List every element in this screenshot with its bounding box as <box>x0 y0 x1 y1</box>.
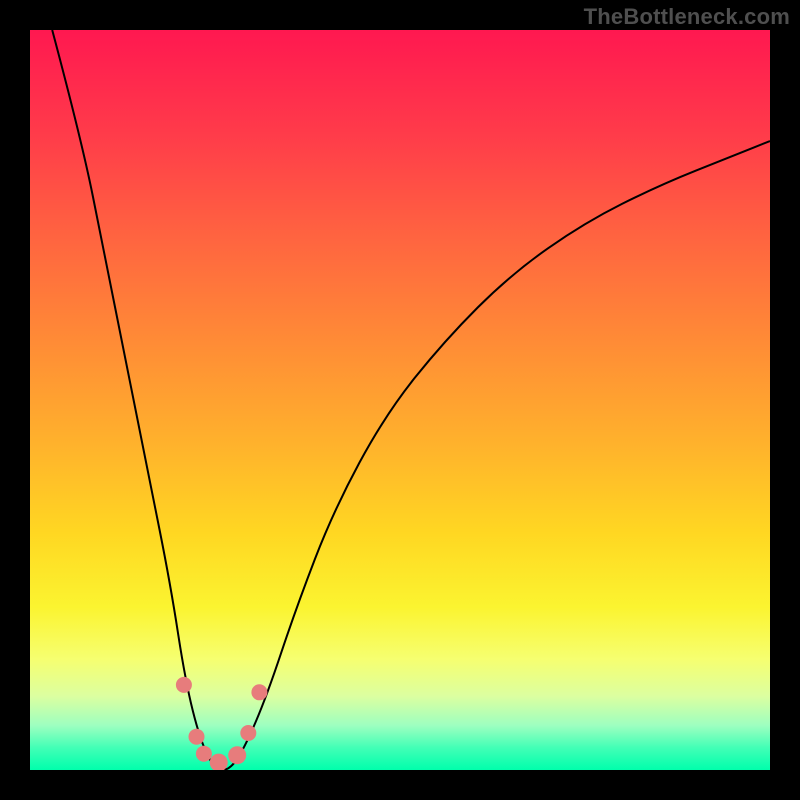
data-marker <box>240 725 256 741</box>
data-marker <box>210 754 228 770</box>
data-marker <box>189 729 205 745</box>
data-marker <box>176 677 192 693</box>
data-marker <box>251 684 267 700</box>
plot-area <box>30 30 770 770</box>
marker-group <box>176 677 268 770</box>
data-marker <box>196 746 212 762</box>
chart-svg <box>30 30 770 770</box>
bottleneck-curve <box>52 30 770 770</box>
data-marker <box>228 746 246 764</box>
watermark-text: TheBottleneck.com <box>584 4 790 30</box>
chart-frame: TheBottleneck.com <box>0 0 800 800</box>
